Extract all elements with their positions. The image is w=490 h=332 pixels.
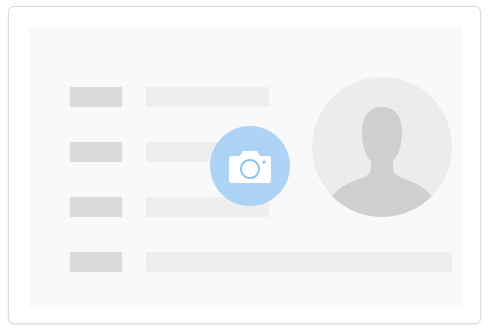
field-label-placeholder: [70, 87, 122, 107]
camera-icon: [229, 151, 271, 183]
person-silhouette-icon: [332, 107, 432, 217]
id-card: [8, 6, 481, 324]
card-content-panel: [29, 27, 462, 307]
upload-photo-button[interactable]: [210, 126, 290, 206]
field-value-placeholder: [146, 87, 269, 107]
avatar: [312, 77, 452, 217]
field-value-placeholder-wide: [146, 252, 452, 272]
field-label-placeholder: [70, 142, 122, 162]
field-label-placeholder: [70, 197, 122, 217]
field-label-placeholder: [70, 252, 122, 272]
